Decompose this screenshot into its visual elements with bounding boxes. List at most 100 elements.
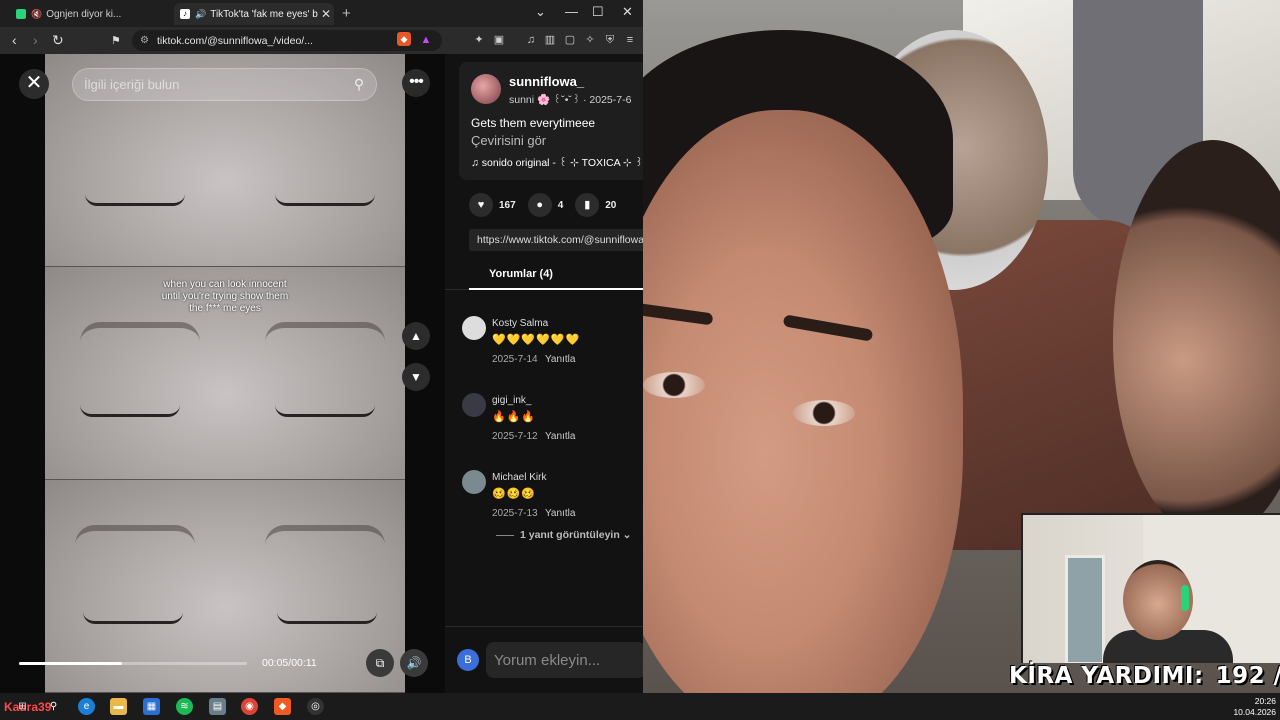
translate-link[interactable]: Çevirisini gör [471, 133, 546, 148]
extensions-icon[interactable]: ✦ [472, 33, 486, 47]
edge-icon[interactable]: e [78, 698, 95, 715]
close-window-button[interactable]: ✕ [622, 4, 633, 20]
tab-tiktok[interactable]: ♪ 🔊 TikTok'ta 'fak me eyes' bulabi... ✕ [174, 3, 334, 25]
comment-date: 2025-7-12 [492, 431, 538, 442]
username[interactable]: sunniflowa_ [509, 74, 584, 89]
video-caption: when you can look innocent until you're … [135, 279, 315, 315]
avatar[interactable] [462, 316, 486, 340]
maximize-button[interactable]: ☐ [592, 4, 604, 20]
chrome-icon[interactable]: ◉ [241, 698, 258, 715]
volume-button[interactable]: 🔊 [400, 649, 428, 677]
closed-eye [85, 194, 185, 206]
eyebrow [265, 322, 385, 342]
close-tab-icon[interactable]: ✕ [318, 7, 334, 21]
door [1065, 555, 1105, 663]
tab-ognjen[interactable]: 🔇 Ognjen diyor ki... [10, 3, 168, 25]
copy-link-field[interactable]: https://www.tiktok.com/@sunniflowa_/vide… [469, 229, 643, 251]
store-icon[interactable]: ▦ [143, 698, 160, 715]
avatar[interactable] [471, 74, 501, 104]
menu-icon[interactable]: ≡ [623, 33, 637, 47]
view-replies-button[interactable]: 1 yanıt görüntüleyin ⌄ [496, 529, 631, 541]
calculator-icon[interactable]: ▤ [209, 698, 226, 715]
avatar[interactable] [462, 470, 486, 494]
comment-input[interactable] [486, 642, 643, 678]
site-info-icon[interactable]: ⚙ [140, 35, 149, 46]
brave-shield-icon[interactable]: ◆ [397, 32, 411, 46]
vpn-icon[interactable]: ⛨ [603, 33, 617, 47]
forward-button[interactable]: › [33, 32, 38, 48]
url-field[interactable]: ⚙ tiktok.com/@sunniflowa_/video/... [132, 30, 442, 51]
comments-tabs: Yorumlar (4) [445, 258, 643, 290]
video-viewer: when you can look innocent until you're … [0, 54, 445, 693]
avatar[interactable]: B [457, 649, 479, 671]
speaker-icon[interactable]: 🔊 [195, 9, 206, 20]
reply-button[interactable]: Yanıtla [545, 354, 575, 365]
closed-eye [83, 612, 183, 624]
like-button[interactable]: ♥ 167 [469, 193, 516, 217]
back-button[interactable]: ‹ [12, 32, 17, 48]
more-options-button[interactable]: ••• [402, 69, 430, 97]
minimize-button[interactable]: — [565, 4, 578, 19]
eyebrow [75, 525, 195, 545]
file-explorer-icon[interactable]: ▬ [110, 698, 127, 715]
pip-button[interactable]: ⧉ [366, 649, 394, 677]
rewards-icon[interactable]: ▲ [419, 33, 433, 47]
eyebrow [782, 314, 874, 342]
mute-icon[interactable]: 🔇 [31, 9, 42, 20]
avatar[interactable] [462, 393, 486, 417]
reply-button[interactable]: Yanıtla [545, 508, 575, 519]
tab-comments[interactable]: Yorumlar (4) [469, 258, 643, 290]
comment-text: 🔥🔥🔥 [492, 411, 537, 423]
comment-count: 4 [557, 199, 564, 211]
search-input[interactable] [84, 77, 342, 92]
reply-button[interactable]: Yanıtla [545, 431, 575, 442]
wallet-icon[interactable]: ▢ [563, 33, 577, 47]
comment-button[interactable]: ● 4 [527, 193, 564, 217]
closed-eye [275, 405, 375, 417]
windows-start-icon[interactable]: ⊞ [14, 698, 31, 715]
search-icon[interactable]: ⚲ [45, 698, 62, 715]
next-video-button[interactable]: ▼ [402, 363, 430, 391]
action-bar: ♥ 167 ● 4 ▮ 20 [469, 193, 628, 217]
video-time: 00:05/00:11 [262, 657, 317, 669]
bookmark-icon[interactable]: ⚑ [111, 34, 121, 47]
spotify-icon[interactable]: ≋ [176, 698, 193, 715]
add-comment-bar: B [445, 626, 643, 693]
comment-author[interactable]: Michael Kirk [492, 472, 546, 483]
system-clock[interactable]: 20:26 10.04.2026 [1233, 696, 1276, 718]
camera-photo: KİRA YARDIMI: 192 / 195 [643, 0, 1280, 693]
sidebar-icon[interactable]: ▥ [543, 33, 557, 47]
search-icon[interactable]: ⚲ [342, 76, 376, 93]
address-bar: ‹ › ↻ ⚑ ⚙ tiktok.com/@sunniflowa_/video/… [0, 27, 643, 54]
close-button[interactable]: ✕ [19, 69, 49, 99]
eyebrow [265, 525, 385, 545]
comment-author[interactable]: gigi_ink_ [492, 395, 531, 406]
rent-goal-overlay: KİRA YARDIMI: 192 / 195 [1009, 663, 1280, 693]
bookmark-icon: ▮ [575, 193, 600, 217]
comment-date: 2025-7-13 [492, 508, 538, 519]
comment-text: 🥴🥴🥴 [492, 488, 537, 500]
reload-button[interactable]: ↻ [52, 32, 64, 49]
taskbar: Kaura39 ⊞ ⚲ e ▬ ▦ ≋ ▤ ◉ ◆ ◎ 20:26 10.04.… [0, 693, 1280, 720]
tab-title: TikTok'ta 'fak me eyes' bulabi... [210, 8, 318, 20]
search-bar[interactable]: ⚲ [72, 68, 377, 101]
media-icon[interactable]: ♫ [524, 33, 538, 47]
previous-video-button[interactable]: ▲ [402, 322, 430, 350]
comment-icon: ● [527, 193, 552, 217]
save-button[interactable]: ▮ 20 [575, 193, 616, 217]
sound-link[interactable]: ♫ sonido original - ꒰ ⊹ TOXICA ⊹ ꒱ [471, 155, 643, 169]
brave-icon[interactable]: ◆ [274, 698, 291, 715]
video-player[interactable]: when you can look innocent until you're … [45, 54, 405, 693]
comment-date: 2025-7-14 [492, 354, 538, 365]
comment-author[interactable]: Kosty Salma [492, 318, 548, 329]
leo-icon[interactable]: ✧ [583, 33, 597, 47]
screenshot-icon[interactable]: ▣ [492, 33, 506, 47]
video-progress-bar[interactable] [19, 662, 247, 665]
browser-window: 🔇 Ognjen diyor ki... ♪ 🔊 TikTok'ta 'fak … [0, 0, 643, 693]
caption-line: until you're trying show them [161, 291, 289, 302]
obs-icon[interactable]: ◎ [307, 698, 324, 715]
post-description: Gets them everytimeee [471, 116, 596, 130]
goal-value: 192 / 195 [1215, 663, 1280, 689]
tab-search-icon[interactable]: ⌄ [535, 4, 546, 20]
new-tab-button[interactable]: + [342, 5, 351, 22]
